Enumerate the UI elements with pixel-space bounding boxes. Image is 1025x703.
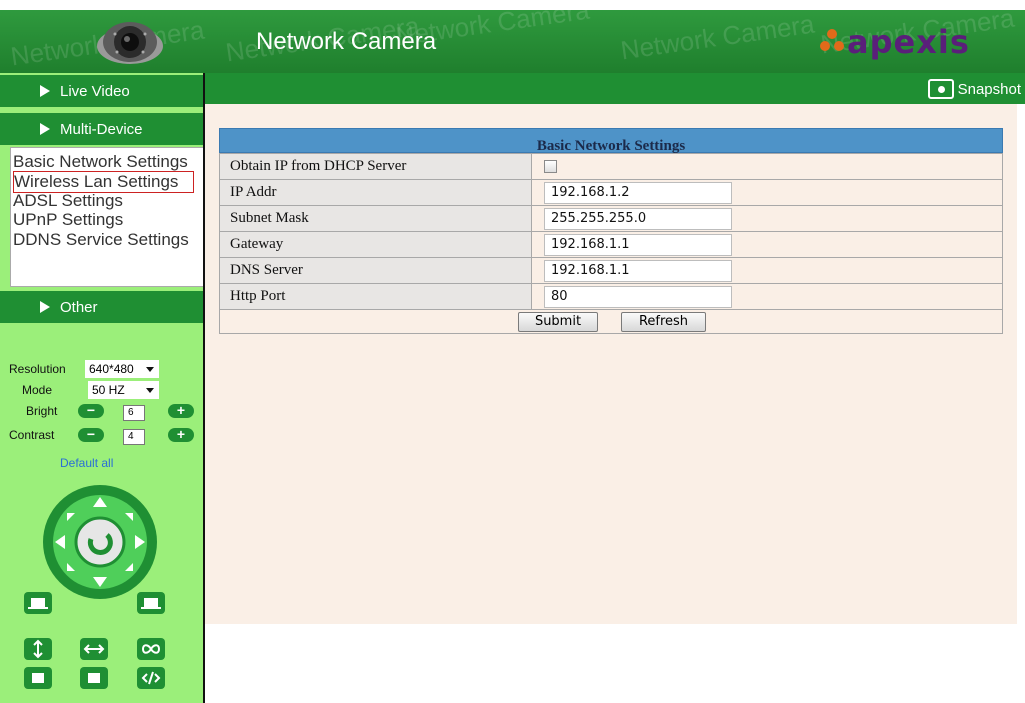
http-port-cell: 80: [531, 283, 1003, 310]
table-row: Gateway 192.168.1.1: [219, 231, 1003, 258]
default-all-link[interactable]: Default all: [60, 456, 113, 470]
basic-network-panel: Basic Network Settings Obtain IP from DH…: [219, 128, 1003, 334]
contrast-label: Contrast: [9, 428, 55, 442]
bright-increase-button[interactable]: +: [168, 403, 194, 418]
subnet-mask-cell: 255.255.255.0: [531, 205, 1003, 232]
table-row: Subnet Mask 255.255.255.0: [219, 205, 1003, 232]
resolution-select[interactable]: 640*480: [85, 360, 159, 378]
network-submenu: Basic Network Settings Wireless Lan Sett…: [10, 147, 222, 287]
resolution-label: Resolution: [9, 362, 66, 376]
http-port-label: Http Port: [219, 283, 532, 310]
mode-select[interactable]: 50 HZ: [88, 381, 159, 399]
contrast-increase-button[interactable]: +: [168, 427, 194, 442]
triangle-right-icon: [40, 123, 50, 135]
submenu-upnp[interactable]: UPnP Settings: [13, 210, 123, 230]
preset-icon: [141, 598, 161, 609]
form-actions: Submit Refresh: [219, 310, 1003, 334]
chevron-down-icon: [146, 388, 154, 393]
ip-addr-cell: 192.168.1.2: [531, 179, 1003, 206]
gateway-label: Gateway: [219, 231, 532, 258]
contrast-decrease-button[interactable]: −: [78, 427, 104, 442]
horizontal-arrow-icon: [83, 644, 105, 654]
chevron-down-icon: [146, 367, 154, 372]
dns-server-field[interactable]: 192.168.1.1: [544, 259, 732, 282]
mode-label: Mode: [22, 383, 53, 397]
settings-table: Obtain IP from DHCP Server IP Addr 192.1…: [219, 153, 1003, 310]
submenu-wireless-lan[interactable]: Wireless Lan Settings: [13, 171, 195, 193]
triangle-right-icon: [40, 85, 50, 97]
flip-icon: [141, 671, 161, 685]
submit-button[interactable]: Submit: [518, 312, 598, 332]
dns-server-cell: 192.168.1.1: [531, 257, 1003, 284]
resolution-value: 640*480: [89, 362, 134, 376]
subnet-mask-field[interactable]: 255.255.255.0: [544, 207, 732, 230]
dhcp-cell: [531, 153, 1003, 180]
table-row: IP Addr 192.168.1.2: [219, 179, 1003, 206]
preset-icon: [28, 598, 48, 609]
bright-value[interactable]: 6: [123, 405, 145, 421]
http-port-field[interactable]: 80: [544, 285, 732, 308]
bright-decrease-button[interactable]: −: [78, 403, 104, 418]
apexis-logo-icon: [820, 29, 844, 51]
app-header: Network Camera Network Camera Network Ca…: [0, 10, 1025, 73]
submenu-basic-network[interactable]: Basic Network Settings: [13, 152, 188, 172]
square-icon: [32, 673, 44, 683]
sidebar-item-label: Other: [60, 298, 98, 316]
watermark-4: Network Camera: [618, 10, 817, 66]
preset-right-button[interactable]: [137, 592, 165, 614]
sidebar-item-label: Live Video: [60, 82, 130, 100]
dhcp-label: Obtain IP from DHCP Server: [219, 153, 532, 180]
mode-value: 50 HZ: [92, 383, 125, 397]
content-toolbar: Snapshot: [205, 73, 1025, 104]
table-row: DNS Server 192.168.1.1: [219, 257, 1003, 284]
ip-addr-label: IP Addr: [219, 179, 532, 206]
table-row: Http Port 80: [219, 283, 1003, 310]
sidebar-item-live-video[interactable]: Live Video: [0, 75, 203, 107]
horizontal-patrol-button[interactable]: [80, 638, 108, 660]
brand-name: apexis: [847, 23, 970, 61]
settings-content: Basic Network Settings Obtain IP from DH…: [205, 104, 1017, 624]
dns-server-label: DNS Server: [219, 257, 532, 284]
apexis-logo: apexis: [817, 23, 970, 61]
ptz-joystick-icon[interactable]: [41, 483, 159, 601]
io-on-button[interactable]: [80, 667, 108, 689]
camera-dome-image: [97, 22, 163, 64]
panel-title: Basic Network Settings: [219, 128, 1003, 154]
flip-button[interactable]: [137, 667, 165, 689]
infinite-patrol-button[interactable]: [137, 638, 165, 660]
vertical-patrol-button[interactable]: [24, 638, 52, 660]
bright-label: Bright: [26, 404, 58, 418]
snapshot-button[interactable]: Snapshot: [927, 78, 1021, 100]
snapshot-label: Snapshot: [957, 80, 1021, 98]
gateway-field[interactable]: 192.168.1.1: [544, 233, 732, 256]
submenu-ddns[interactable]: DDNS Service Settings: [13, 230, 189, 250]
ip-addr-field[interactable]: 192.168.1.2: [544, 181, 732, 204]
preset-left-button[interactable]: [24, 592, 52, 614]
gateway-cell: 192.168.1.1: [531, 231, 1003, 258]
sidebar: Live Video Multi-Device Basic Network Se…: [0, 73, 222, 703]
sidebar-item-multi-device[interactable]: Multi-Device: [0, 113, 203, 145]
sidebar-item-other[interactable]: Other: [0, 291, 203, 323]
sidebar-item-label: Multi-Device: [60, 120, 143, 138]
infinity-icon: [141, 644, 161, 654]
dhcp-checkbox[interactable]: [544, 160, 557, 173]
io-off-button[interactable]: [24, 667, 52, 689]
submenu-adsl[interactable]: ADSL Settings: [13, 191, 123, 211]
refresh-button[interactable]: Refresh: [621, 312, 706, 332]
contrast-value[interactable]: 4: [123, 429, 145, 445]
triangle-right-icon: [40, 301, 50, 313]
square-icon: [88, 673, 100, 683]
app-title: Network Camera: [256, 28, 437, 55]
snapshot-camera-icon: [927, 79, 954, 99]
subnet-mask-label: Subnet Mask: [219, 205, 532, 232]
vertical-arrow-icon: [33, 639, 43, 659]
table-row: Obtain IP from DHCP Server: [219, 153, 1003, 180]
